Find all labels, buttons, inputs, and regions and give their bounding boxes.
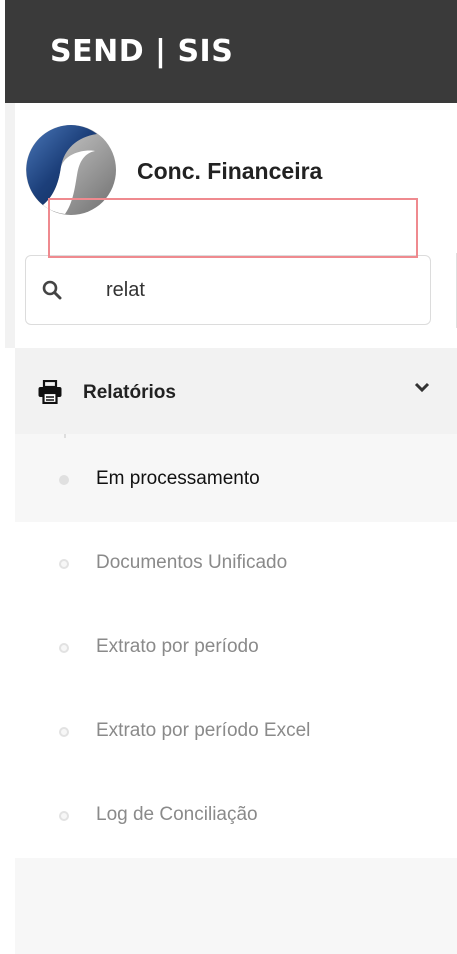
search-input[interactable] — [106, 276, 406, 304]
submenu-item-label: Extrato por período Excel — [96, 720, 311, 741]
submenu-item-label: Extrato por período — [96, 636, 259, 657]
app-header: SEND | SIS — [5, 0, 457, 103]
submenu-item-extrato-por-periodo-excel[interactable]: Extrato por período Excel — [15, 690, 457, 774]
search-field[interactable] — [25, 255, 431, 325]
bullet-icon — [59, 643, 69, 653]
submenu-list: Em processamento Documentos Unificado Ex… — [15, 434, 457, 954]
app-title: SEND | SIS — [50, 34, 234, 69]
bullet-icon — [59, 727, 69, 737]
menu-section-label: Relatórios — [83, 382, 176, 403]
sidebar-edge — [5, 103, 15, 348]
search-icon — [42, 280, 62, 300]
submenu-item-label: Em processamento — [96, 468, 260, 489]
submenu-item-em-processamento[interactable]: Em processamento — [15, 438, 457, 522]
bullet-icon — [59, 811, 69, 821]
bullet-icon — [59, 475, 69, 485]
chevron-down-icon[interactable] — [413, 380, 431, 396]
highlight-box — [48, 198, 418, 258]
bullet-icon — [59, 559, 69, 569]
submenu-item-extrato-por-periodo[interactable]: Extrato por período — [15, 606, 457, 690]
submenu-item-label: Log de Conciliação — [96, 804, 258, 825]
submenu-item-log-de-conciliacao[interactable]: Log de Conciliação — [15, 774, 457, 858]
printer-icon — [38, 380, 62, 404]
company-name: Conc. Financeira — [137, 158, 323, 184]
menu-section-relatorios[interactable]: Relatórios — [15, 348, 457, 434]
submenu-item-documentos-unificado[interactable]: Documentos Unificado — [15, 522, 457, 606]
submenu-item-label: Documentos Unificado — [96, 552, 288, 573]
